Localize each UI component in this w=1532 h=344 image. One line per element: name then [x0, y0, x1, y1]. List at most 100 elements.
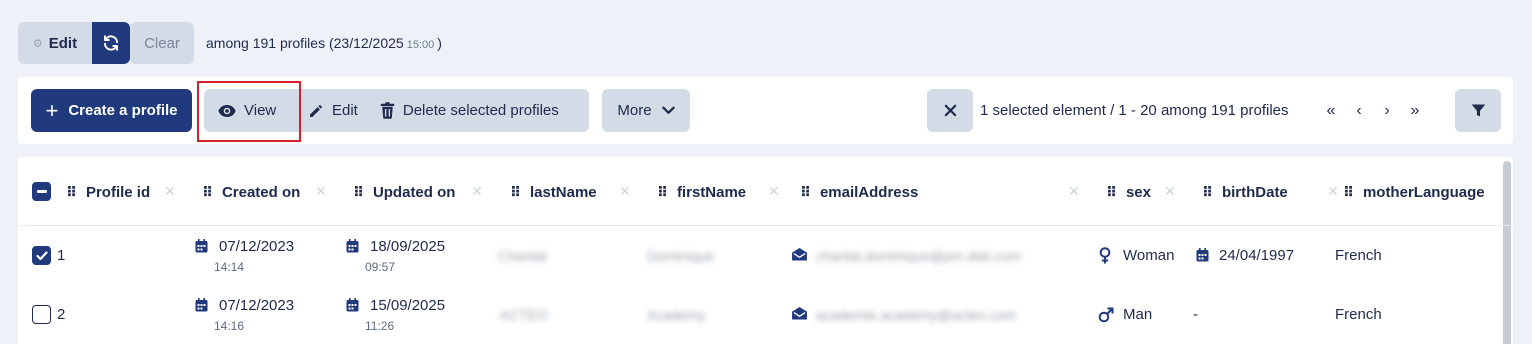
summary-close: ) — [437, 35, 442, 51]
column-label: Updated on — [372, 183, 456, 201]
edit-filter-button[interactable]: ⚙ Edit — [18, 22, 92, 64]
close-icon — [944, 104, 956, 117]
birth-date: 24/04/1997 — [1219, 247, 1295, 264]
filter-button[interactable] — [1455, 89, 1501, 132]
column-label: Created on — [221, 183, 301, 201]
column-header-sex[interactable]: ⠿ sex — [1106, 182, 1151, 202]
updated-date: 15/09/2025 — [370, 297, 446, 314]
edit-filter-label: Edit — [48, 34, 78, 52]
profile-id[interactable]: 1 — [57, 247, 65, 264]
drag-handle-icon[interactable]: ⠿ — [657, 184, 668, 201]
view-label: View — [244, 102, 277, 119]
female-icon — [1099, 247, 1111, 264]
created-time: 14:16 — [214, 319, 245, 333]
envelope-icon — [792, 248, 807, 261]
column-header-birthdate[interactable]: ⠿ birthDate — [1202, 182, 1288, 202]
edit-button[interactable]: Edit — [304, 89, 372, 132]
envelope-icon — [792, 307, 807, 320]
drag-handle-icon[interactable]: ⠿ — [800, 184, 811, 201]
refresh-icon — [104, 35, 118, 51]
male-icon — [1098, 307, 1114, 323]
row-checkbox[interactable] — [32, 246, 51, 265]
delete-selected-label: Delete selected profiles — [402, 102, 559, 119]
remove-column-icon[interactable]: ✕ — [768, 183, 780, 200]
remove-column-icon[interactable]: ✕ — [1327, 183, 1339, 200]
remove-column-icon[interactable]: ✕ — [1068, 183, 1080, 200]
drag-handle-icon[interactable]: ⠿ — [1106, 184, 1117, 201]
column-label: motherLanguage — [1362, 183, 1485, 201]
column-header-created-on[interactable]: ⠿ Created on — [202, 182, 300, 202]
pagination: « ‹ › » — [1323, 89, 1423, 132]
column-label: firstName — [676, 183, 747, 201]
vertical-scrollbar[interactable] — [1503, 161, 1511, 344]
pencil-icon — [310, 104, 322, 117]
selection-actions: View Edit Delete selected profiles — [204, 89, 589, 132]
remove-column-icon[interactable]: ✕ — [315, 183, 327, 200]
last-name: ACTEO — [500, 307, 549, 323]
first-page-icon[interactable]: « — [1323, 102, 1339, 120]
chevron-down-icon — [661, 106, 675, 114]
column-header-emailaddress[interactable]: ⠿ emailAddress — [800, 182, 918, 202]
last-name: Chantal — [498, 248, 547, 264]
drag-handle-icon[interactable]: ⠿ — [1343, 184, 1354, 201]
remove-column-icon[interactable]: ✕ — [471, 183, 483, 200]
create-profile-label: Create a profile — [68, 102, 178, 119]
selection-info: 1 selected element / 1 - 20 among 191 pr… — [980, 102, 1289, 119]
gear-icon: ⚙ — [32, 37, 43, 50]
created-date: 07/12/2023 — [219, 297, 295, 314]
updated-time: 09:57 — [365, 260, 396, 274]
drag-handle-icon[interactable]: ⠿ — [66, 184, 77, 201]
remove-column-icon[interactable]: ✕ — [1164, 183, 1176, 200]
calendar-icon — [346, 239, 359, 253]
summary-text: among 191 profiles (23/12/2025 — [206, 35, 404, 51]
more-button[interactable]: More — [602, 89, 690, 132]
profiles-summary: among 191 profiles (23/12/2025 15:00 ) — [206, 35, 442, 51]
create-profile-button[interactable]: + Create a profile — [31, 89, 192, 132]
drag-handle-icon[interactable]: ⠿ — [1202, 184, 1213, 201]
view-button[interactable]: View — [204, 89, 304, 132]
calendar-icon — [195, 298, 208, 312]
column-label: sex — [1125, 183, 1151, 201]
updated-time: 11:26 — [365, 319, 395, 333]
edit-label: Edit — [332, 102, 358, 119]
column-label: lastName — [529, 183, 597, 201]
drag-handle-icon[interactable]: ⠿ — [353, 184, 364, 201]
next-page-icon[interactable]: › — [1379, 102, 1395, 120]
last-page-icon[interactable]: » — [1407, 102, 1423, 120]
header-divider — [18, 225, 1513, 226]
column-header-firstname[interactable]: ⠿ firstName — [657, 182, 746, 202]
sex: Man — [1123, 306, 1153, 323]
actions-toolbar: + Create a profile View Edit Delete sele… — [18, 77, 1513, 144]
refresh-button[interactable] — [92, 22, 130, 64]
drag-handle-icon[interactable]: ⠿ — [202, 184, 213, 201]
delete-selected-button[interactable]: Delete selected profiles — [372, 89, 573, 132]
eye-icon — [218, 104, 236, 117]
calendar-icon — [195, 239, 208, 253]
remove-column-icon[interactable]: ✕ — [619, 183, 631, 200]
created-time: 14:14 — [214, 260, 245, 274]
profile-id[interactable]: 2 — [57, 306, 65, 323]
profiles-table: ⠿ Profile id ✕ ⠿ Created on ✕ ⠿ Updated … — [18, 157, 1513, 344]
clear-button[interactable]: Clear — [130, 22, 194, 64]
clear-selection-button[interactable] — [927, 89, 973, 132]
remove-column-icon[interactable]: ✕ — [164, 183, 176, 200]
updated-date: 18/09/2025 — [370, 238, 446, 255]
row-checkbox[interactable] — [32, 305, 51, 324]
calendar-icon — [346, 298, 359, 312]
column-label: emailAddress — [819, 183, 919, 201]
select-all-checkbox[interactable] — [32, 182, 51, 201]
column-header-lastname[interactable]: ⠿ lastName — [510, 182, 597, 202]
mother-language: French — [1335, 306, 1382, 323]
previous-page-icon[interactable]: ‹ — [1351, 102, 1367, 120]
column-label: Profile id — [85, 183, 151, 201]
column-header-profile-id[interactable]: ⠿ Profile id — [66, 182, 150, 202]
column-header-updated-on[interactable]: ⠿ Updated on — [353, 182, 455, 202]
column-label: birthDate — [1221, 183, 1288, 201]
email-address: chantal.dominique@pm.deb.com — [816, 248, 1021, 264]
column-header-motherlanguage[interactable]: ⠿ motherLanguage — [1343, 182, 1485, 202]
birth-date: - — [1193, 306, 1198, 323]
more-label: More — [617, 102, 652, 119]
created-date: 07/12/2023 — [219, 238, 295, 255]
first-name: Dominique — [647, 248, 714, 264]
drag-handle-icon[interactable]: ⠿ — [510, 184, 521, 201]
